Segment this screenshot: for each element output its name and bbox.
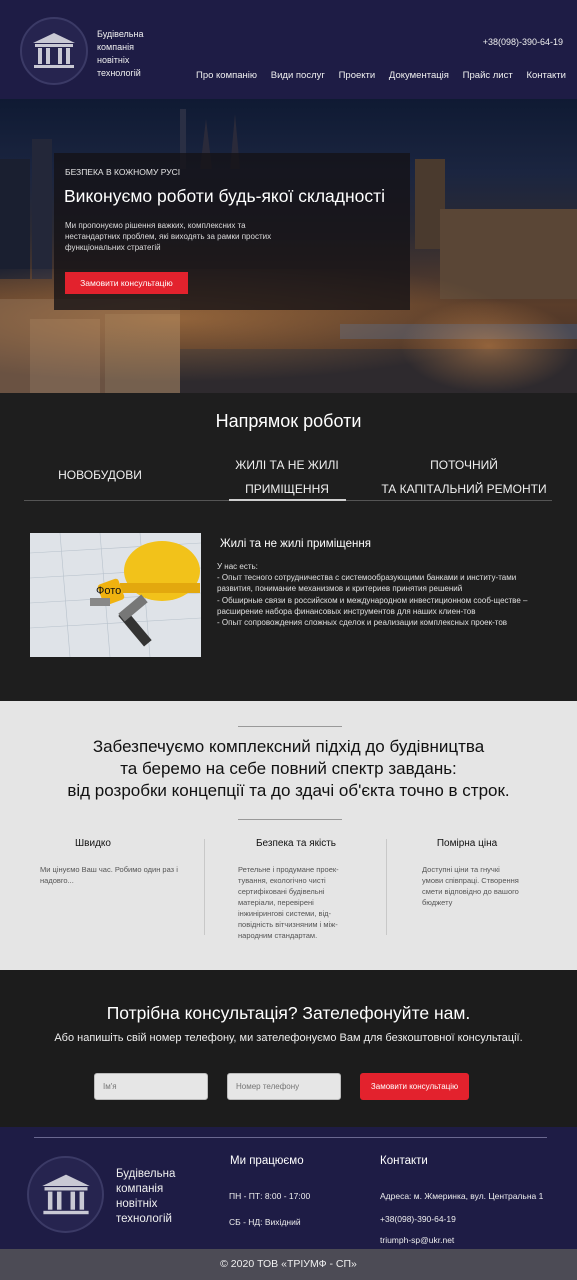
nav-projects[interactable]: Проекти xyxy=(339,70,376,81)
tab-new-buildings[interactable]: НОВОБУДОВИ xyxy=(40,463,160,487)
hero-title: Виконуємо роботи будь-якої складності xyxy=(64,186,386,206)
footer-address: Адреса: м. Жмеринка, вул. Центральна 1 xyxy=(380,1191,544,1201)
tab-residential[interactable]: ЖИЛІ ТА НЕ ЖИЛІ ПРИМІЩЕННЯ xyxy=(212,453,362,501)
site-header: Будівельна компанія новітніх технологій … xyxy=(0,0,577,99)
feature-safety-text: Ретельне і продумане проек-тування, екол… xyxy=(238,865,339,940)
divider-top xyxy=(238,726,342,727)
main-nav: Про компанію Види послуг Проекти Докумен… xyxy=(196,70,566,81)
feature-fast-title: Швидко xyxy=(75,838,111,849)
footer-weekend-hours: СБ - НД: Вихідний xyxy=(229,1217,301,1227)
hero-section: БЕЗПЕКА В КОЖНОМУ РУСІ Виконуємо роботи … xyxy=(0,99,577,393)
divider-bottom xyxy=(238,819,342,820)
logo-text: Будівельна компанія новітніх технологій xyxy=(97,29,144,78)
header-phone[interactable]: +38(098)-390-64-19 xyxy=(483,37,563,47)
phone-input[interactable] xyxy=(227,1073,341,1100)
footer-email[interactable]: triumph-sp@ukr.net xyxy=(380,1235,454,1245)
footer-weekday-hours: ПН - ПТ: 8:00 - 17:00 xyxy=(229,1191,311,1201)
direction-text: У нас есть: - Опыт тесного сотрудничеств… xyxy=(217,562,528,628)
direction-photo: Фото xyxy=(30,533,201,657)
site-footer: Будівельна компанія новітніх технологій … xyxy=(0,1127,577,1249)
nav-documentation[interactable]: Документація xyxy=(389,70,449,81)
nav-price-list[interactable]: Прайс лист xyxy=(463,70,513,81)
approach-section: Забезпечуємо комплексний підхід до будів… xyxy=(0,701,577,970)
direction-section: Напрямок роботи НОВОБУДОВИ ЖИЛІ ТА НЕ ЖИ… xyxy=(0,393,577,701)
hero-consult-button[interactable]: Замовити консультацію xyxy=(65,272,188,294)
footer-divider xyxy=(34,1137,547,1138)
copyright-bar: © 2020 ТОВ «ТРІУМФ - СП» xyxy=(0,1249,577,1280)
nav-contacts[interactable]: Контакти xyxy=(526,70,566,81)
direction-subtitle: Жилі та не жилі приміщення xyxy=(220,538,371,550)
footer-phone[interactable]: +38(098)-390-64-19 xyxy=(380,1214,456,1224)
tab-active-indicator xyxy=(229,499,346,501)
tab-repairs[interactable]: ПОТОЧНИЙ ТА КАПІТАЛЬНИЙ РЕМОНТИ xyxy=(378,453,550,501)
nav-services[interactable]: Види послуг xyxy=(271,70,325,81)
footer-contacts-title: Контакти xyxy=(380,1155,428,1167)
hero-card: БЕЗПЕКА В КОЖНОМУ РУСІ Виконуємо роботи … xyxy=(54,153,410,310)
photo-label: Фото xyxy=(96,585,121,597)
consult-section: Потрібна консультація? Зателефонуйте нам… xyxy=(0,970,577,1127)
nav-about[interactable]: Про компанію xyxy=(196,70,257,81)
footer-logo-text: Будівельна компанія новітніх технологій xyxy=(116,1168,176,1225)
feature-separator xyxy=(386,839,387,935)
hero-light-glow-right xyxy=(400,299,577,393)
footer-work-title: Ми працюємо xyxy=(230,1155,304,1167)
consult-subtitle: Або напишіть свій номер телефону, ми зат… xyxy=(54,1032,523,1044)
feature-fast-text: Ми цінуємо Ваш час. Робимо один раз і на… xyxy=(40,865,178,885)
logo-icon[interactable] xyxy=(20,17,88,85)
name-input[interactable] xyxy=(94,1073,208,1100)
hero-kicker: БЕЗПЕКА В КОЖНОМУ РУСІ xyxy=(65,167,181,177)
direction-title: Напрямок роботи xyxy=(215,411,362,431)
hero-description: Ми пропонуємо рішення важких, комплексни… xyxy=(65,221,272,252)
feature-price-text: Доступні ціни та гнучкі умови співпраці.… xyxy=(422,865,519,907)
feature-price-title: Помірна ціна xyxy=(436,838,498,849)
approach-title: Забезпечуємо комплексний підхід до будів… xyxy=(67,737,510,800)
consult-submit-button[interactable]: Замовити консультацію xyxy=(360,1073,469,1100)
footer-logo-icon[interactable] xyxy=(27,1156,104,1233)
feature-safety-title: Безпека та якість xyxy=(255,838,336,849)
consult-title: Потрібна консультація? Зателефонуйте нам… xyxy=(106,1003,471,1023)
feature-separator xyxy=(204,839,205,935)
